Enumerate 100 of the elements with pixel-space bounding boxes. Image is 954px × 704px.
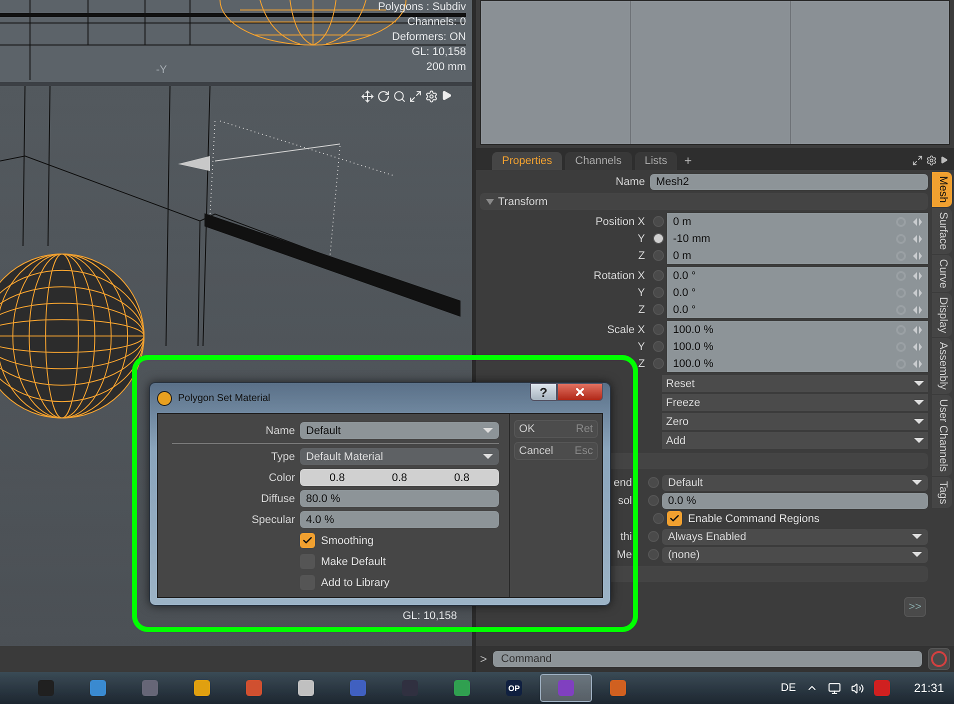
settings-icon[interactable] bbox=[926, 154, 937, 166]
command-prompt: > bbox=[480, 652, 488, 666]
value-field[interactable]: 100.0 % bbox=[667, 321, 928, 338]
side-tab[interactable]: Tags bbox=[932, 476, 952, 508]
action-dropdown[interactable]: Add bbox=[662, 432, 928, 450]
field-label: Z bbox=[637, 358, 646, 370]
play-icon[interactable] bbox=[940, 156, 948, 164]
add-tab-button[interactable]: + bbox=[680, 153, 696, 170]
value-field[interactable]: -10 mm bbox=[667, 230, 928, 247]
field-label: Type bbox=[270, 450, 296, 462]
dialog-button[interactable]: OK Ret bbox=[514, 420, 598, 438]
value-field[interactable]: 0 m bbox=[667, 247, 928, 264]
stepper-icon bbox=[896, 304, 922, 314]
taskbar-app[interactable]: OP bbox=[488, 674, 540, 702]
field-value: -10 mm bbox=[673, 232, 710, 244]
stepper-icon bbox=[896, 324, 922, 334]
app-icon bbox=[38, 680, 54, 696]
field-value: 100.0 % bbox=[673, 340, 714, 352]
side-tab[interactable]: Display bbox=[932, 293, 952, 338]
side-tab[interactable]: User Channels bbox=[932, 394, 952, 476]
tray-app-icon[interactable] bbox=[874, 680, 890, 696]
dialog-title: Polygon Set Material bbox=[178, 392, 270, 404]
side-tab[interactable]: Mesh bbox=[932, 172, 952, 207]
side-tab[interactable]: Assembly bbox=[932, 338, 952, 394]
value-field[interactable]: 0 m bbox=[667, 213, 928, 230]
color-value: 0.8 bbox=[453, 472, 470, 484]
side-tab[interactable]: Surface bbox=[932, 208, 952, 254]
dropdown[interactable]: (none) bbox=[662, 546, 928, 562]
field-label: Scale X bbox=[606, 324, 646, 336]
app-icon bbox=[142, 680, 158, 696]
dropdown[interactable]: Default Material bbox=[300, 448, 499, 465]
value-field[interactable]: 0.0 ° bbox=[667, 267, 928, 284]
checkbox[interactable] bbox=[667, 511, 682, 526]
field-value: 0.0 ° bbox=[673, 304, 696, 316]
field-label: Y bbox=[636, 232, 646, 244]
command-field[interactable]: Command bbox=[493, 651, 922, 667]
more-button[interactable]: >> bbox=[904, 597, 926, 617]
value-field[interactable]: 0.0 ° bbox=[667, 284, 928, 301]
field-value: 0.0 ° bbox=[673, 286, 696, 298]
app-icon bbox=[454, 680, 470, 696]
viewport-stat: 200 mm bbox=[426, 60, 466, 75]
dropdown[interactable]: Default bbox=[662, 474, 928, 490]
field-value: 100.0 % bbox=[673, 324, 714, 336]
network-icon[interactable] bbox=[828, 682, 841, 694]
field-label: Name bbox=[614, 176, 646, 188]
stepper-icon bbox=[896, 216, 922, 226]
app-icon bbox=[558, 680, 574, 696]
action-dropdown[interactable]: Zero bbox=[662, 413, 928, 431]
record-button[interactable] bbox=[928, 648, 950, 670]
language-indicator[interactable]: DE bbox=[780, 682, 796, 694]
value-field[interactable]: 0.0 ° bbox=[667, 301, 928, 318]
stepper-icon bbox=[896, 250, 922, 260]
checkbox-label: Smoothing bbox=[321, 534, 374, 546]
checkmark-icon bbox=[302, 535, 313, 546]
field-label: Name bbox=[264, 424, 296, 436]
search-icon[interactable] bbox=[393, 90, 406, 103]
field-label: Z bbox=[637, 250, 646, 262]
side-tab[interactable]: Curve bbox=[932, 254, 952, 292]
value-field[interactable]: 100.0 % bbox=[667, 355, 928, 372]
app-icon bbox=[90, 680, 106, 696]
key-indicator[interactable] bbox=[653, 233, 664, 244]
viewport-stat: Deformers: ON bbox=[392, 30, 466, 45]
close-icon bbox=[574, 386, 586, 398]
action-dropdown[interactable]: Freeze bbox=[662, 394, 928, 412]
field-value: 100.0 % bbox=[673, 358, 714, 370]
expand-icon[interactable] bbox=[409, 90, 422, 103]
color-value: 0.8 bbox=[328, 472, 346, 484]
name-dropdown[interactable]: Default bbox=[300, 422, 499, 439]
value-field[interactable]: 4.0 % bbox=[300, 511, 499, 528]
volume-icon[interactable] bbox=[850, 682, 864, 694]
app-icon bbox=[194, 680, 210, 696]
rotate-icon[interactable] bbox=[377, 90, 390, 103]
section-header[interactable]: Transform bbox=[480, 193, 928, 210]
color-field[interactable]: 0.8 0.8 0.8 bbox=[300, 469, 499, 486]
field-value: 0.0 ° bbox=[673, 270, 696, 282]
move-icon[interactable] bbox=[361, 90, 374, 103]
field-label: end bbox=[612, 476, 633, 488]
clock: 21:31 bbox=[914, 681, 944, 695]
app-icon bbox=[610, 680, 626, 696]
field-label: sol bbox=[616, 494, 633, 506]
expanded-icon bbox=[486, 198, 494, 204]
dialog-button[interactable]: Cancel Esc bbox=[514, 442, 598, 460]
name-field[interactable]: Mesh2 bbox=[650, 174, 928, 190]
checkbox-label: Make Default bbox=[321, 556, 386, 568]
panel-tab[interactable]: Properties bbox=[492, 152, 562, 170]
close-button[interactable] bbox=[557, 383, 603, 401]
panel-tab[interactable]: Lists bbox=[634, 152, 678, 170]
color-value: 0.8 bbox=[390, 472, 408, 484]
value-field[interactable]: 0.0 % bbox=[662, 492, 928, 508]
checkbox[interactable] bbox=[300, 533, 315, 548]
stepper-icon bbox=[896, 288, 922, 298]
help-button[interactable]: ? bbox=[530, 383, 557, 401]
field-label: Y bbox=[636, 286, 646, 298]
expand-icon[interactable] bbox=[912, 154, 923, 166]
value-field[interactable]: 80.0 % bbox=[300, 490, 499, 507]
app-logo-icon bbox=[157, 390, 172, 406]
action-dropdown[interactable]: Reset bbox=[662, 375, 928, 393]
panel-tab[interactable]: Channels bbox=[565, 152, 632, 170]
value-field[interactable]: 100.0 % bbox=[667, 338, 928, 355]
dropdown[interactable]: Always Enabled bbox=[662, 528, 928, 544]
